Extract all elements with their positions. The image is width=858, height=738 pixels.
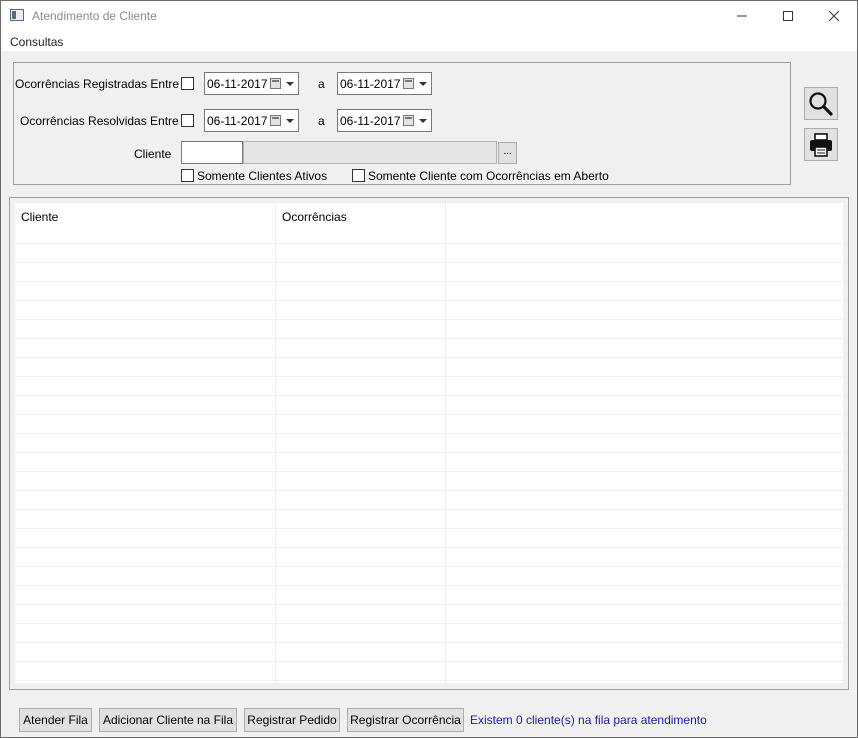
registered-to-value: 06-11-2017: [340, 77, 401, 91]
client-lookup-button[interactable]: ...: [498, 142, 517, 164]
results-grid[interactable]: Cliente Ocorrências: [9, 197, 849, 690]
row-divider: [15, 680, 843, 681]
register-occurrence-button[interactable]: Registrar Ocorrência: [347, 708, 464, 732]
print-button[interactable]: [804, 128, 838, 161]
only-active-label: Somente Clientes Ativos: [197, 169, 328, 183]
only-active-checkbox[interactable]: [181, 169, 194, 182]
resolved-from-value: 06-11-2017: [207, 114, 268, 128]
window-title: Atendimento de Cliente: [32, 9, 157, 23]
close-icon: [829, 11, 839, 21]
row-divider: [15, 300, 843, 301]
only-open-checkbox[interactable]: [352, 169, 365, 182]
row-divider: [15, 604, 843, 605]
calendar-icon: [403, 78, 414, 89]
column-header-blank[interactable]: [445, 203, 843, 243]
chevron-down-icon: [419, 82, 427, 86]
only-open-label: Somente Cliente com Ocorrências em Abert…: [368, 169, 609, 183]
registered-label: Ocorrências Registradas Entre: [15, 77, 180, 91]
registered-checkbox[interactable]: [181, 77, 194, 90]
resolved-checkbox[interactable]: [181, 114, 194, 127]
client-label: Cliente: [134, 147, 172, 161]
row-divider: [15, 490, 843, 491]
column-header-label: Cliente: [21, 210, 59, 224]
maximize-button[interactable]: [765, 1, 811, 31]
resolved-from-date[interactable]: 06-11-2017: [204, 109, 299, 132]
row-divider: [15, 433, 843, 434]
maximize-icon: [783, 11, 793, 21]
row-divider: [15, 566, 843, 567]
calendar-icon: [403, 115, 414, 126]
row-divider: [15, 547, 843, 548]
client-name-field: [243, 141, 497, 164]
column-header-label: Ocorrências: [282, 210, 347, 224]
resolved-to-date[interactable]: 06-11-2017: [337, 109, 432, 132]
attend-queue-button[interactable]: Atender Fila: [19, 708, 92, 732]
chevron-down-icon: [286, 119, 294, 123]
minimize-button[interactable]: [719, 1, 765, 31]
row-divider: [15, 585, 843, 586]
row-divider: [15, 357, 843, 358]
registered-to-date[interactable]: 06-11-2017: [337, 72, 432, 95]
row-divider: [15, 642, 843, 643]
close-button[interactable]: [811, 1, 857, 31]
row-divider: [15, 528, 843, 529]
filter-panel: Ocorrências Registradas Entre 06-11-2017…: [13, 62, 791, 185]
main-window: Atendimento de Cliente Consultas Ocorrên…: [0, 0, 858, 738]
calendar-icon: [270, 115, 281, 126]
registered-from-value: 06-11-2017: [207, 77, 268, 91]
title-bar[interactable]: Atendimento de Cliente: [1, 1, 857, 31]
row-divider: [15, 243, 843, 244]
calendar-icon: [270, 78, 281, 89]
resolved-to-value: 06-11-2017: [340, 114, 401, 128]
queue-status-text: Existem 0 cliente(s) na fila para atendi…: [470, 713, 707, 727]
chevron-down-icon: [286, 82, 294, 86]
column-header-ocorrencias[interactable]: Ocorrências: [276, 203, 444, 243]
column-divider: [445, 203, 446, 683]
resolved-label: Ocorrências Resolvidas Entre: [20, 114, 179, 128]
row-divider: [15, 319, 843, 320]
row-divider: [15, 623, 843, 624]
column-divider: [275, 203, 276, 683]
add-client-queue-button[interactable]: Adicionar Cliente na Fila: [99, 708, 237, 732]
printer-icon: [810, 132, 832, 157]
column-header-cliente[interactable]: Cliente: [15, 203, 275, 243]
registered-from-date[interactable]: 06-11-2017: [204, 72, 299, 95]
row-divider: [15, 661, 843, 662]
menu-bar: Consultas: [1, 31, 857, 51]
row-divider: [15, 376, 843, 377]
search-icon: [809, 91, 833, 116]
registered-separator: a: [318, 77, 325, 91]
resolved-separator: a: [318, 114, 325, 128]
row-divider: [15, 509, 843, 510]
row-divider: [15, 471, 843, 472]
app-icon: [10, 9, 24, 21]
row-divider: [15, 452, 843, 453]
chevron-down-icon: [419, 119, 427, 123]
menu-consultas[interactable]: Consultas: [10, 35, 63, 49]
search-button[interactable]: [804, 87, 838, 120]
minimize-icon: [737, 15, 747, 17]
row-divider: [15, 395, 843, 396]
register-order-button[interactable]: Registrar Pedido: [244, 708, 340, 732]
client-code-input[interactable]: [181, 141, 243, 164]
row-divider: [15, 262, 843, 263]
grid-body[interactable]: Cliente Ocorrências: [15, 203, 843, 683]
row-divider: [15, 281, 843, 282]
row-divider: [15, 338, 843, 339]
row-divider: [15, 414, 843, 415]
